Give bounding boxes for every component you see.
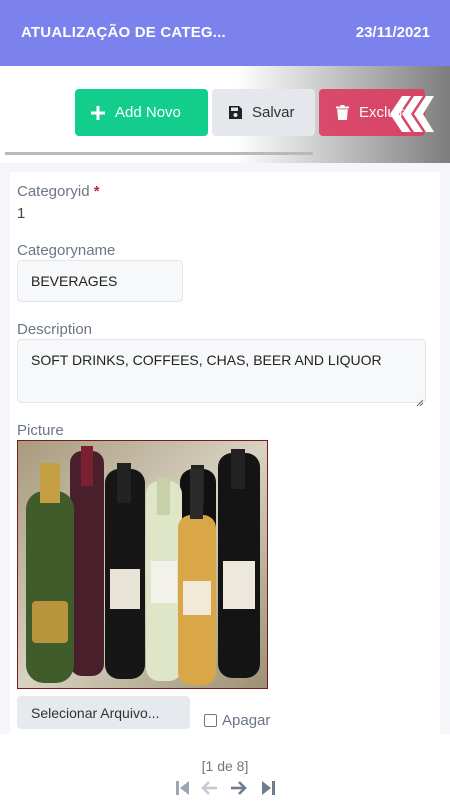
delete-picture-label: Apagar bbox=[222, 712, 271, 729]
app-header: ATUALIZAÇÃO DE CATEG... 23/11/2021 bbox=[0, 0, 450, 66]
categoryid-label: Categoryid * bbox=[17, 183, 100, 200]
last-page-icon[interactable] bbox=[258, 778, 278, 798]
required-mark: * bbox=[93, 183, 100, 200]
delete-picture-option[interactable]: Apagar bbox=[204, 712, 270, 729]
trash-icon bbox=[334, 105, 350, 121]
pager: [1 de 8] bbox=[0, 734, 450, 801]
page-title: ATUALIZAÇÃO DE CATEG... bbox=[21, 24, 226, 41]
save-button[interactable]: Salvar bbox=[212, 89, 315, 136]
select-file-button[interactable]: Selecionar Arquivo... bbox=[17, 696, 190, 729]
categoryname-value: BEVERAGES bbox=[31, 273, 118, 289]
description-label: Description bbox=[17, 321, 93, 338]
add-new-button[interactable]: Add Novo bbox=[75, 89, 208, 136]
categoryname-input[interactable]: BEVERAGES bbox=[17, 260, 183, 302]
resize-grip-icon[interactable] bbox=[416, 393, 424, 407]
header-date: 23/11/2021 bbox=[355, 24, 430, 41]
save-label: Salvar bbox=[252, 104, 295, 121]
toolbar: Add Novo Salvar Excluir bbox=[0, 66, 450, 163]
collapse-chevrons-icon[interactable] bbox=[386, 94, 434, 134]
description-value: SOFT DRINKS, COFFEES, CHAS, BEER AND LIQ… bbox=[31, 352, 382, 368]
description-textarea[interactable]: SOFT DRINKS, COFFEES, CHAS, BEER AND LIQ… bbox=[17, 339, 426, 407]
plus-icon bbox=[90, 105, 106, 121]
prev-page-icon[interactable] bbox=[200, 778, 220, 798]
page-info: [1 de 8] bbox=[201, 758, 249, 774]
next-page-icon[interactable] bbox=[228, 778, 248, 798]
category-form: Categoryid * 1 Categoryname BEVERAGES De… bbox=[10, 172, 440, 734]
categoryname-label: Categoryname bbox=[17, 242, 116, 259]
category-picture bbox=[17, 440, 268, 689]
first-page-icon[interactable] bbox=[173, 778, 193, 798]
delete-picture-checkbox[interactable] bbox=[204, 714, 217, 727]
toolbar-divider bbox=[5, 152, 313, 155]
categoryid-value: 1 bbox=[17, 205, 26, 222]
floppy-disk-icon bbox=[227, 105, 243, 121]
picture-label: Picture bbox=[17, 422, 64, 439]
add-new-label: Add Novo bbox=[115, 104, 181, 121]
